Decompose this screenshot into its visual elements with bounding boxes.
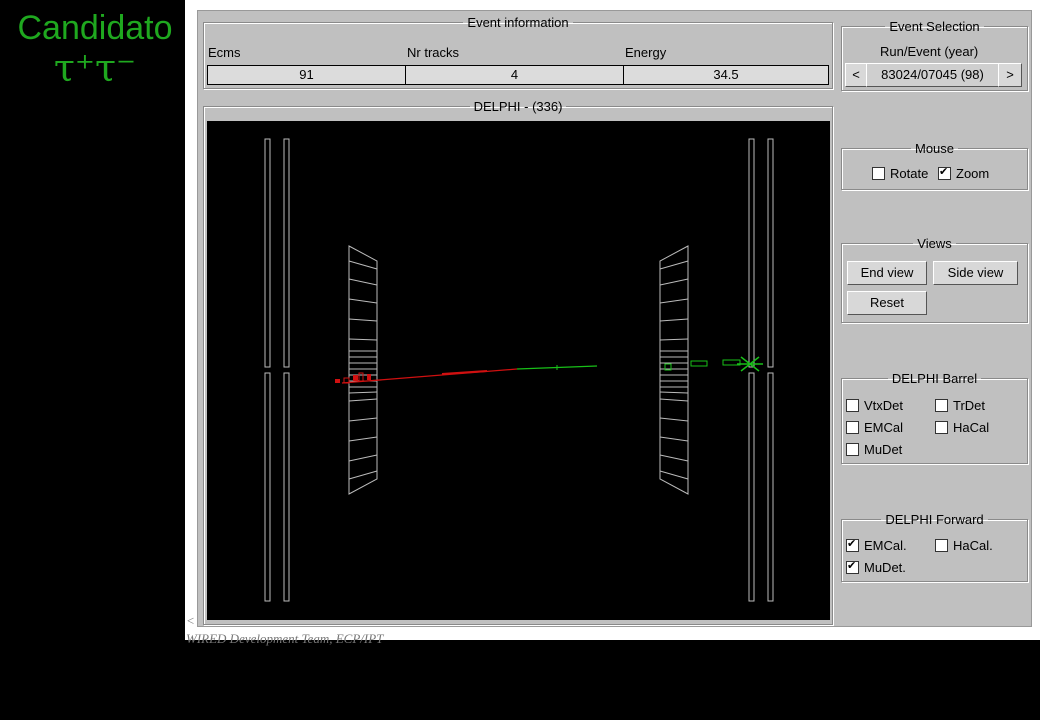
event-info-legend: Event information xyxy=(467,15,569,30)
slide-title: Candidato τ⁺τ⁻ xyxy=(0,8,190,88)
side-view-button[interactable]: Side view xyxy=(933,261,1018,285)
next-event-button[interactable]: > xyxy=(998,63,1022,87)
wired-applet: Event information Ecms Nr tracks Energy … xyxy=(197,10,1032,627)
rotate-checkbox-box[interactable] xyxy=(872,167,885,180)
views-legend: Views xyxy=(917,236,952,251)
forward-legend: DELPHI Forward xyxy=(885,512,984,527)
col-nrtracks-label: Nr tracks xyxy=(407,45,459,60)
reset-button[interactable]: Reset xyxy=(847,291,927,315)
delphi-display-legend: DELPHI - (336) xyxy=(473,99,563,114)
energy-value: 34.5 xyxy=(623,65,829,85)
forward-calorimeter-right xyxy=(659,245,689,495)
end-view-button[interactable]: End view xyxy=(847,261,927,285)
fwd-emcal-checkbox[interactable]: EMCal. xyxy=(846,538,907,553)
fwd-mudet-label: MuDet. xyxy=(864,560,906,575)
emcal-checkbox[interactable]: EMCal xyxy=(846,420,903,435)
mudet-label: MuDet xyxy=(864,442,903,457)
nrtracks-value: 4 xyxy=(405,65,624,85)
fwd-hacal-label: HaCal. xyxy=(953,538,993,553)
mouse-legend: Mouse xyxy=(914,141,955,156)
fwd-hacal-checkbox-box[interactable] xyxy=(935,539,948,552)
fwd-mudet-checkbox-box[interactable] xyxy=(846,561,859,574)
col-ecms-label: Ecms xyxy=(208,45,241,60)
hacal-label: HaCal xyxy=(953,420,990,435)
fwd-emcal-checkbox-box[interactable] xyxy=(846,539,859,552)
prev-event-button[interactable]: < xyxy=(845,63,867,87)
event-display-canvas[interactable] xyxy=(207,121,830,620)
forward-calorimeter-left xyxy=(348,245,378,495)
fwd-mudet-checkbox[interactable]: MuDet. xyxy=(846,560,906,575)
mudet-checkbox[interactable]: MuDet xyxy=(846,442,902,457)
vtxdet-checkbox-box[interactable] xyxy=(846,399,859,412)
trdet-label: TrDet xyxy=(953,398,986,413)
slide-title-line1: Candidato xyxy=(17,9,173,47)
barrel-legend: DELPHI Barrel xyxy=(891,371,978,386)
mudet-checkbox-box[interactable] xyxy=(846,443,859,456)
slide-title-line2: τ⁺τ⁻ xyxy=(53,46,137,90)
detector-drawing xyxy=(264,138,774,602)
zoom-checkbox-box[interactable] xyxy=(938,167,951,180)
zoom-label: Zoom xyxy=(956,166,990,181)
emcal-checkbox-box[interactable] xyxy=(846,421,859,434)
vtxdet-checkbox[interactable]: VtxDet xyxy=(846,398,903,413)
zoom-checkbox[interactable]: Zoom xyxy=(938,166,989,181)
emcal-label: EMCal xyxy=(864,420,904,435)
track-red xyxy=(335,368,518,384)
rotate-checkbox[interactable]: Rotate xyxy=(872,166,928,181)
fwd-hacal-checkbox[interactable]: HaCal. xyxy=(935,538,993,553)
trdet-checkbox[interactable]: TrDet xyxy=(935,398,985,413)
hacal-checkbox-box[interactable] xyxy=(935,421,948,434)
mouse-group: Mouse xyxy=(841,141,1028,190)
track-green xyxy=(516,356,763,372)
fwd-emcal-label: EMCal. xyxy=(864,538,907,553)
muon-chambers xyxy=(264,138,774,602)
rotate-label: Rotate xyxy=(890,166,929,181)
run-event-field[interactable]: 83024/07045 (98) xyxy=(866,63,999,87)
ecms-value: 91 xyxy=(207,65,406,85)
run-event-header: Run/Event (year) xyxy=(880,44,979,59)
vtxdet-label: VtxDet xyxy=(864,398,904,413)
col-energy-label: Energy xyxy=(625,45,667,60)
trdet-checkbox-box[interactable] xyxy=(935,399,948,412)
hacal-checkbox[interactable]: HaCal xyxy=(935,420,989,435)
event-selection-legend: Event Selection xyxy=(889,19,980,34)
footer-line2: WIRED Development Team, ECP/IPT xyxy=(186,631,384,646)
